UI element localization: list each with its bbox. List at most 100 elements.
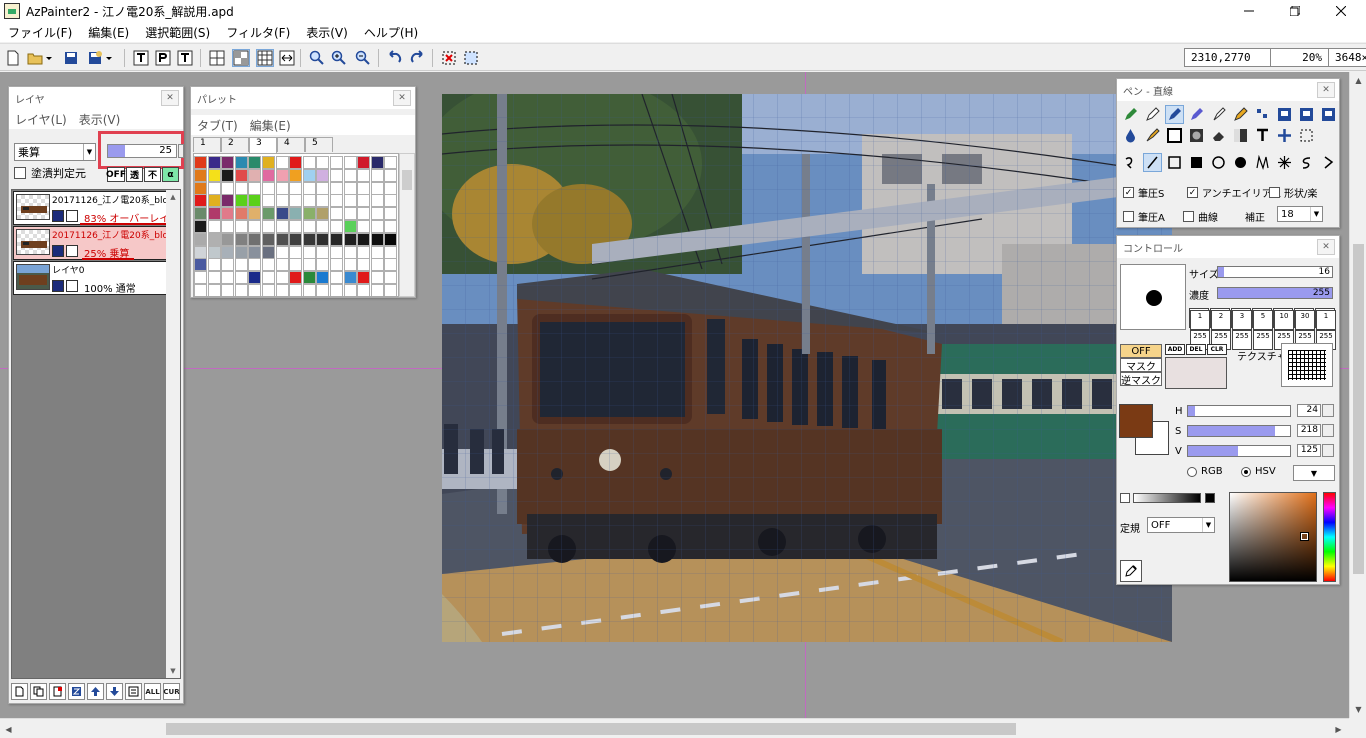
fill-reference-checkbox[interactable]: [14, 167, 26, 179]
layer-text-button[interactable]: [132, 49, 150, 67]
open-file-button[interactable]: [26, 49, 44, 67]
palette-swatch[interactable]: [316, 232, 330, 246]
palette-swatch[interactable]: [275, 207, 289, 221]
black-swatch[interactable]: [1205, 493, 1215, 503]
palette-swatch[interactable]: [302, 245, 316, 259]
undo-button[interactable]: [386, 49, 404, 67]
palette-swatch[interactable]: [248, 232, 262, 246]
saturation-spinner[interactable]: [1322, 424, 1334, 437]
palette-swatch[interactable]: [316, 181, 330, 195]
palette-swatch[interactable]: [370, 194, 384, 208]
hue-slider[interactable]: [1187, 405, 1291, 417]
mask-color-swatch[interactable]: [1165, 357, 1227, 389]
hsv-radio[interactable]: HSV: [1241, 466, 1276, 477]
scroll-left-icon[interactable]: ◀: [0, 719, 17, 738]
palette-swatch[interactable]: [316, 168, 330, 182]
palette-swatch[interactable]: [248, 156, 262, 169]
palette-swatch[interactable]: [262, 168, 275, 182]
layer-properties-button[interactable]: [125, 683, 142, 700]
palette-swatch[interactable]: [343, 207, 357, 221]
quick-size-button[interactable]: 30 255: [1294, 308, 1315, 350]
gray-ramp[interactable]: [1133, 493, 1201, 503]
palette-swatch[interactable]: [343, 258, 357, 272]
tool-text-button[interactable]: [1253, 126, 1272, 145]
tool-gradient2-button[interactable]: [1231, 126, 1250, 145]
rgb-radio[interactable]: RGB: [1187, 466, 1223, 477]
zoom-in-button[interactable]: [330, 49, 348, 67]
palette-swatch[interactable]: [289, 258, 303, 272]
opacity-spinner[interactable]: [178, 144, 184, 158]
palette-swatch[interactable]: [302, 220, 316, 233]
palette-swatch[interactable]: [384, 181, 398, 195]
zoom-out-button[interactable]: [354, 49, 372, 67]
close-button[interactable]: [1318, 0, 1364, 22]
palette-swatch[interactable]: [262, 284, 275, 296]
palette-swatch[interactable]: [194, 207, 207, 221]
minimize-button[interactable]: [1226, 0, 1272, 22]
mask-off-button[interactable]: OFF: [1120, 344, 1162, 358]
palette-swatch[interactable]: [207, 156, 221, 169]
value-spinner[interactable]: [1322, 444, 1334, 457]
palette-swatch[interactable]: [221, 271, 235, 285]
fill-reference-option[interactable]: 塗潰判定元: [14, 165, 86, 181]
palette-swatch[interactable]: [234, 181, 248, 195]
foreground-color-swatch[interactable]: [1119, 404, 1153, 438]
palette-swatch[interactable]: [357, 258, 371, 272]
tool-marquee-button[interactable]: [1297, 126, 1316, 145]
palette-swatch[interactable]: [289, 284, 303, 296]
layer-lock-icon[interactable]: [66, 210, 78, 222]
palette-swatch[interactable]: [384, 232, 398, 246]
palette-swatch[interactable]: [234, 245, 248, 259]
palette-swatch[interactable]: [330, 232, 343, 246]
tool-stamp3-button[interactable]: [1319, 105, 1338, 124]
palette-swatch[interactable]: [248, 245, 262, 259]
shape-ellipse-fill-button[interactable]: [1231, 153, 1250, 172]
layer-visible-icon[interactable]: [52, 245, 64, 257]
mask-add-button[interactable]: ADD: [1165, 344, 1185, 355]
zoom-fit-button[interactable]: [308, 49, 326, 67]
scroll-down-icon[interactable]: ▼: [166, 664, 180, 678]
palette-swatch[interactable]: [316, 245, 330, 259]
layer-p-button[interactable]: [154, 49, 172, 67]
correction-select[interactable]: 18 ▼: [1277, 206, 1323, 222]
layer-visible-icon[interactable]: [52, 280, 64, 292]
palette-swatch[interactable]: [343, 220, 357, 233]
redo-button[interactable]: [408, 49, 426, 67]
palette-swatch[interactable]: [207, 194, 221, 208]
menu-help[interactable]: ヘルプ(H): [356, 24, 426, 41]
palette-swatch[interactable]: [384, 258, 398, 272]
flag-transparent-button[interactable]: 透: [126, 167, 143, 182]
hue-bar[interactable]: [1323, 492, 1336, 582]
palette-swatch[interactable]: [289, 207, 303, 221]
palette-swatch[interactable]: [275, 284, 289, 296]
palette-swatch[interactable]: [330, 284, 343, 296]
palette-swatch[interactable]: [370, 220, 384, 233]
palette-swatch[interactable]: [384, 220, 398, 233]
layer-menu-layer[interactable]: レイヤ(L): [9, 111, 73, 128]
palette-swatch[interactable]: [221, 220, 235, 233]
palette-swatch[interactable]: [289, 220, 303, 233]
palette-swatch[interactable]: [343, 194, 357, 208]
save-button[interactable]: [62, 49, 80, 67]
palette-swatch[interactable]: [357, 207, 371, 221]
palette-swatch[interactable]: [357, 284, 371, 296]
palette-swatch[interactable]: [275, 181, 289, 195]
palette-swatch[interactable]: [384, 194, 398, 208]
palette-swatch[interactable]: [194, 181, 207, 195]
grid-button[interactable]: [208, 49, 226, 67]
palette-swatch[interactable]: [194, 194, 207, 208]
antialias-checkbox[interactable]: ✓: [1187, 187, 1198, 198]
palette-swatch[interactable]: [330, 168, 343, 182]
shape-bezier-button[interactable]: [1319, 153, 1338, 172]
palette-swatch[interactable]: [330, 220, 343, 233]
palette-swatch[interactable]: [384, 156, 398, 169]
palette-swatch[interactable]: [207, 271, 221, 285]
flag-alpha-button[interactable]: α: [162, 167, 179, 182]
eyedropper-button[interactable]: [1120, 560, 1142, 582]
mask-del-button[interactable]: DEL: [1186, 344, 1206, 355]
sv-picker-cursor[interactable]: [1300, 532, 1309, 541]
palette-swatch[interactable]: [316, 156, 330, 169]
menu-select[interactable]: 選択範囲(S): [137, 24, 218, 41]
layer-lock-icon[interactable]: [66, 280, 78, 292]
palette-swatch[interactable]: [262, 232, 275, 246]
